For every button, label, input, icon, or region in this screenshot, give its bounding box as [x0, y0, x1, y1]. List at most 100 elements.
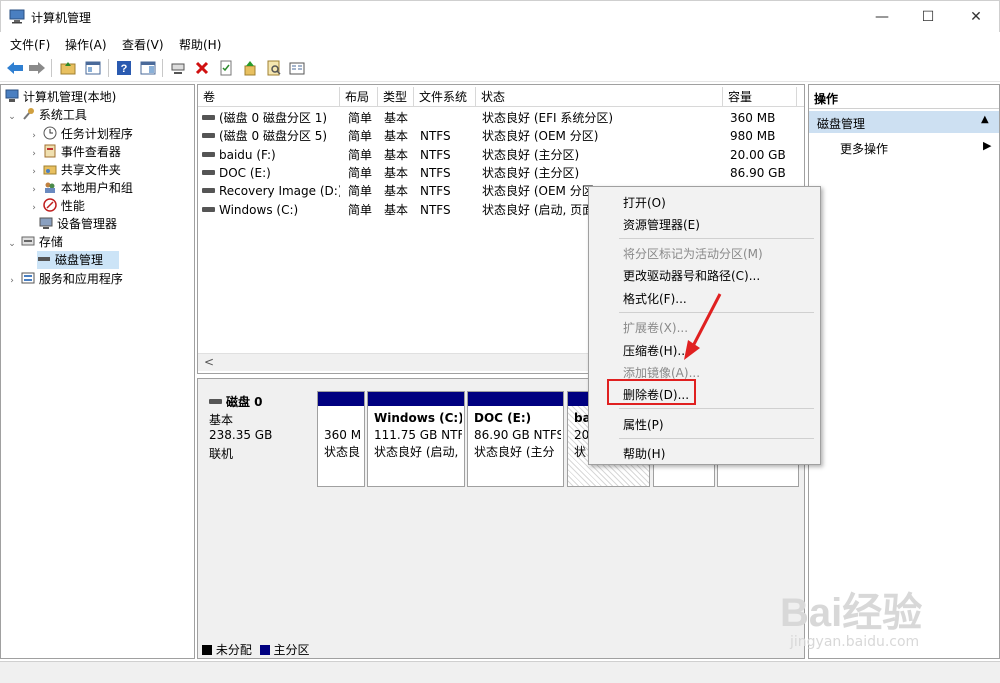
maximize-icon: ☐	[921, 9, 935, 25]
export-icon	[244, 61, 256, 76]
tree-item-shared-folders[interactable]: › 共享文件夹	[29, 161, 121, 179]
cell-capacity-text: 86.90 GB	[730, 165, 786, 180]
collapsed-chevron-icon[interactable]: ›	[29, 199, 39, 217]
table-row[interactable]: (磁盘 0 磁盘分区 5) 简单 基本 NTFS 状态良好 (OEM 分区) 980 MB	[198, 127, 798, 145]
up-level-button[interactable]	[58, 58, 78, 78]
cell-layout: 简单	[348, 164, 382, 182]
action-pane-icon	[140, 61, 156, 75]
volume-icon	[202, 115, 215, 120]
menu-help[interactable]: 帮助(H)	[179, 36, 221, 53]
export-button[interactable]	[240, 58, 260, 78]
tree-item-storage[interactable]: ⌄ 存储	[7, 233, 63, 251]
collapse-triangle-icon[interactable]: ▲	[981, 114, 989, 125]
cell-status-text: 状态良好 (EFI 系统分区)	[482, 111, 614, 125]
partition-doc[interactable]: DOC (E:) 86.90 GB NTFS 状态良好 (主分	[467, 391, 564, 487]
column-header-status[interactable]: 状态	[476, 87, 723, 107]
show-hide-tree-button[interactable]	[83, 58, 103, 78]
help-button[interactable]: ?	[114, 58, 134, 78]
cell-layout-text: 简单	[348, 184, 373, 199]
menu-action[interactable]: 操作(A)	[65, 36, 107, 53]
cell-capacity: 360 MB	[730, 109, 800, 127]
cell-capacity-text: 20.00 GB	[730, 147, 786, 162]
ctx-open[interactable]: 打开(O)	[623, 194, 666, 211]
forward-arrow-icon	[29, 62, 45, 74]
column-header-volume[interactable]: 卷	[198, 87, 340, 107]
volume-icon	[202, 206, 215, 212]
scroll-left-arrow-icon[interactable]: <	[204, 355, 214, 369]
clock-icon	[43, 126, 57, 140]
expanded-chevron-icon[interactable]: ⌄	[7, 108, 17, 126]
delete-button[interactable]	[192, 58, 212, 78]
forward-button[interactable]	[27, 58, 47, 78]
expanded-chevron-icon[interactable]: ⌄	[7, 235, 17, 253]
connect-button[interactable]	[168, 58, 188, 78]
disk-info[interactable]: 磁盘 0 基本 238.35 GB 联机	[201, 387, 313, 487]
storage-icon	[21, 236, 35, 246]
ctx-change-letter[interactable]: 更改驱动器号和路径(C)...	[623, 267, 760, 284]
tree-item-performance[interactable]: › 性能	[29, 197, 85, 215]
table-row[interactable]: DOC (E:) 简单 基本 NTFS 状态良好 (主分区) 86.90 GB	[198, 164, 798, 182]
toolbar: ?	[0, 54, 1000, 82]
cell-type: 基本	[384, 182, 418, 200]
menu-file[interactable]: 文件(F)	[10, 36, 50, 53]
check-button[interactable]	[216, 58, 236, 78]
cell-filesystem-text: NTFS	[420, 147, 451, 162]
tree-label-event-viewer: 事件查看器	[60, 145, 121, 159]
legend-unallocated-swatch	[202, 645, 212, 655]
tree-label-services: 服务和应用程序	[38, 272, 123, 286]
minimize-button[interactable]: —	[859, 1, 905, 33]
tree-item-services[interactable]: › 服务和应用程序	[7, 270, 123, 288]
tree-item-device-manager[interactable]: 设备管理器	[39, 215, 117, 233]
cell-type-text: 基本	[384, 111, 409, 125]
cell-filesystem-text: NTFS	[420, 184, 451, 199]
collapsed-chevron-icon[interactable]: ›	[7, 272, 17, 290]
partition-label: Windows (C:)	[374, 411, 462, 425]
column-header-capacity[interactable]: 容量	[723, 87, 797, 107]
ctx-shrink[interactable]: 压缩卷(H)...	[623, 342, 689, 359]
search-button[interactable]	[264, 58, 284, 78]
tree-item-task-scheduler[interactable]: › 任务计划程序	[29, 125, 133, 143]
ctx-mark-active: 将分区标记为活动分区(M)	[623, 247, 763, 261]
column-header-type[interactable]: 类型	[378, 87, 414, 107]
ctx-format[interactable]: 格式化(F)...	[623, 290, 687, 307]
legend-primary-swatch	[259, 645, 270, 655]
ctx-properties[interactable]: 属性(P)	[623, 416, 664, 433]
ctx-extend: 扩展卷(X)...	[623, 321, 689, 335]
tree-item-system-tools[interactable]: ⌄ 系统工具	[7, 106, 87, 124]
window-title: 计算机管理	[31, 11, 92, 25]
menu-view[interactable]: 查看(V)	[122, 36, 164, 53]
close-button[interactable]: ✕	[953, 1, 999, 33]
cell-capacity-text: 360 MB	[730, 111, 776, 125]
table-row[interactable]: baidu (F:) 简单 基本 NTFS 状态良好 (主分区) 20.00 GB	[198, 146, 798, 164]
cell-volume: Recovery Image (D:)	[198, 182, 340, 200]
event-viewer-icon	[44, 144, 56, 158]
cell-status: 状态良好 (主分区)	[482, 164, 722, 182]
tree-label-device-manager: 设备管理器	[57, 217, 118, 231]
tree-item-disk-management[interactable]: 磁盘管理	[37, 251, 119, 269]
volume-icon	[202, 188, 215, 194]
actions-more[interactable]: 更多操作 ▶	[809, 137, 999, 157]
maximize-button[interactable]: ☐	[905, 1, 951, 33]
volume-icon	[202, 151, 215, 157]
partition-efi[interactable]: 360 M 状态良	[317, 391, 365, 487]
tree-item-root[interactable]: 计算机管理(本地)	[5, 88, 116, 106]
table-row[interactable]: (磁盘 0 磁盘分区 1) 简单 基本 状态良好 (EFI 系统分区) 360 MB	[198, 109, 798, 127]
ctx-delete-volume[interactable]: 删除卷(D)...	[623, 386, 689, 403]
partition-size: 86.90 GB NTFS	[474, 428, 561, 442]
column-header-layout[interactable]: 布局	[340, 87, 378, 107]
actions-section-disk-management[interactable]: 磁盘管理 ▲	[809, 111, 999, 133]
cell-volume-text: Recovery Image (D:)	[219, 184, 340, 199]
cell-volume: baidu (F:)	[198, 146, 340, 164]
column-header-filesystem[interactable]: 文件系统	[414, 87, 476, 107]
tree-item-local-users[interactable]: › 本地用户和组	[29, 179, 133, 197]
tree-label-disk-management: 磁盘管理	[55, 253, 104, 267]
partition-windows[interactable]: Windows (C:) 111.75 GB NTF 状态良好 (启动,	[367, 391, 465, 487]
back-button[interactable]	[5, 58, 25, 78]
ctx-separator	[619, 438, 814, 439]
tree-item-event-viewer[interactable]: › 事件查看器	[29, 143, 121, 161]
ctx-explorer[interactable]: 资源管理器(E)	[623, 216, 700, 233]
properties-button[interactable]	[287, 58, 307, 78]
ctx-separator	[619, 238, 814, 239]
show-hide-action-pane-button[interactable]	[138, 58, 158, 78]
ctx-help[interactable]: 帮助(H)	[623, 445, 665, 462]
